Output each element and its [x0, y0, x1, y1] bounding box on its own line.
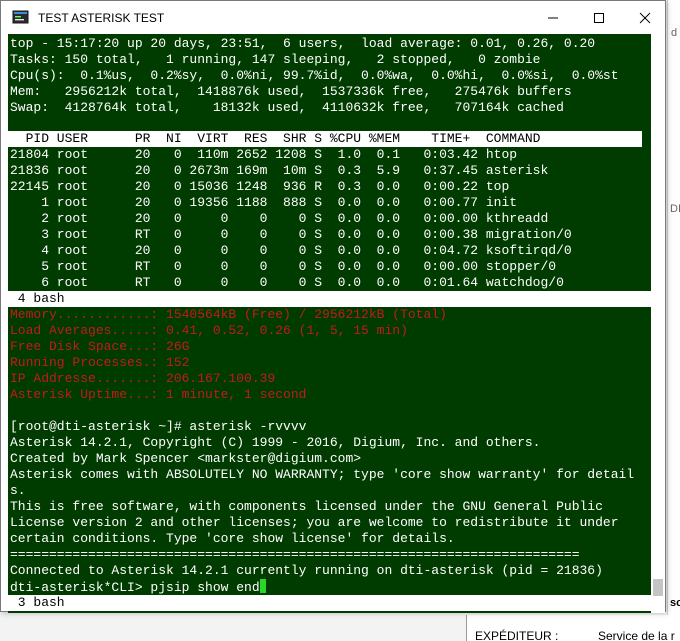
memory-status: Memory............: 1540564kB (Free) / 2…: [10, 307, 447, 322]
process-row: 3 root RT 0 0 0 0 S 0.0 0.0 0:00.38 migr…: [10, 227, 572, 242]
vertical-scrollbar[interactable]: [651, 34, 665, 613]
bg-text: DI: [670, 203, 680, 215]
scrollbar-thumb[interactable]: [653, 579, 663, 596]
process-row: 22145 root 20 0 15036 1248 936 R 0.3 0.0…: [10, 179, 510, 194]
console-separator: ========================================…: [10, 547, 580, 562]
console-line: Asterisk 14.2.1, Copyright (C) 1999 - 20…: [10, 435, 541, 450]
console-line: This is free software, with components l…: [10, 499, 603, 514]
tab-label: 3 bash: [10, 595, 65, 610]
terminal-output[interactable]: top - 15:17:20 up 20 days, 23:51, 6 user…: [8, 34, 651, 613]
bg-text: sc: [670, 597, 680, 609]
minimize-button[interactable]: [530, 1, 576, 34]
minimize-icon: [548, 17, 558, 18]
background-window-right-edge: d DI sc: [667, 0, 680, 641]
desktop: D D D d DI sc EXPÉDITEUR : Service de la…: [0, 0, 680, 641]
load-status: Load Averages.....: 0.41, 0.52, 0.26 (1,…: [10, 323, 408, 338]
close-button[interactable]: [622, 1, 668, 34]
process-row: 6 root RT 0 0 0 0 S 0.0 0.0 0:01.64 watc…: [10, 275, 564, 290]
bg-text: d: [671, 27, 678, 39]
tmux-window-tab-bash-3[interactable]: 3 bash: [8, 595, 651, 611]
console-line: s.: [10, 483, 26, 498]
sender-label: EXPÉDITEUR :: [475, 629, 559, 641]
tasks-line: Tasks: 150 total, 1 running, 147 sleepin…: [10, 52, 541, 67]
window-title: TEST ASTERISK TEST: [38, 11, 165, 25]
process-row: 21804 root 20 0 110m 2652 1208 S 1.0 0.1…: [10, 147, 518, 162]
disk-status: Free Disk Space...: 26G: [10, 339, 190, 354]
close-icon: [639, 12, 651, 23]
top-summary-line: top - 15:17:20 up 20 days, 23:51, 6 user…: [10, 36, 596, 51]
console-line: Connected to Asterisk 14.2.1 currently r…: [10, 563, 603, 578]
tmux-window-tab-bash-4[interactable]: 4 bash: [8, 291, 651, 307]
console-line: Asterisk comes with ABSOLUTELY NO WARRAN…: [10, 467, 635, 482]
process-row: 4 root 20 0 0 0 0 S 0.0 0.0 0:04.72 ksof…: [10, 243, 572, 258]
title-bar[interactable]: TEST ASTERISK TEST: [1, 1, 665, 34]
tab-label: 4 bash: [10, 291, 65, 306]
maximize-icon: [594, 12, 604, 23]
mem-line: Mem: 2956212k total, 1418876k used, 1537…: [10, 84, 572, 99]
process-table-header: PID USER PR NI VIRT RES SHR S %CPU %MEM …: [8, 131, 642, 147]
background-email-header: EXPÉDITEUR : Service de la r: [466, 615, 680, 641]
processes-status: Running Processes.: 152: [10, 355, 190, 370]
uptime-status: Asterisk Uptime...: 1 minute, 1 second: [10, 387, 307, 402]
shell-prompt: [root@dti-asterisk ~]# asterisk -rvvvv: [10, 419, 307, 434]
process-row: 21836 root 20 0 2673m 169m 10m S 0.3 5.9…: [10, 163, 549, 178]
terminal-app-icon[interactable]: [12, 9, 29, 25]
process-row: 2 root 20 0 0 0 0 S 0.0 0.0 0:00.00 kthr…: [10, 211, 549, 226]
maximize-button[interactable]: [576, 1, 622, 34]
console-line: License version 2 and other licenses; yo…: [10, 515, 619, 530]
process-row: 1 root 20 0 19356 1188 888 S 0.0 0.0 0:0…: [10, 195, 518, 210]
console-line: certain conditions. Type 'core show lice…: [10, 531, 455, 546]
cli-prompt-line[interactable]: dti-asterisk*CLI> pjsip show end: [10, 579, 266, 595]
process-row: 5 root RT 0 0 0 0 S 0.0 0.0 0:00.00 stop…: [10, 259, 557, 274]
sender-value: Service de la r: [598, 629, 675, 641]
process-table-header-text: PID USER PR NI VIRT RES SHR S %CPU %MEM …: [10, 131, 541, 146]
cpu-line: Cpu(s): 0.1%us, 0.2%sy, 0.0%ni, 99.7%id,…: [10, 68, 619, 83]
text-cursor: [259, 579, 266, 593]
cli-command-text: dti-asterisk*CLI> pjsip show end: [10, 580, 260, 595]
terminal-window: TEST ASTERISK TEST top - 15:17:20 up 20 …: [0, 0, 666, 613]
swap-line: Swap: 4128764k total, 18132k used, 41106…: [10, 100, 564, 115]
ip-status: IP Addresse.......: 206.167.100.39: [10, 371, 276, 386]
console-line: Created by Mark Spencer <markster@digium…: [10, 451, 362, 466]
